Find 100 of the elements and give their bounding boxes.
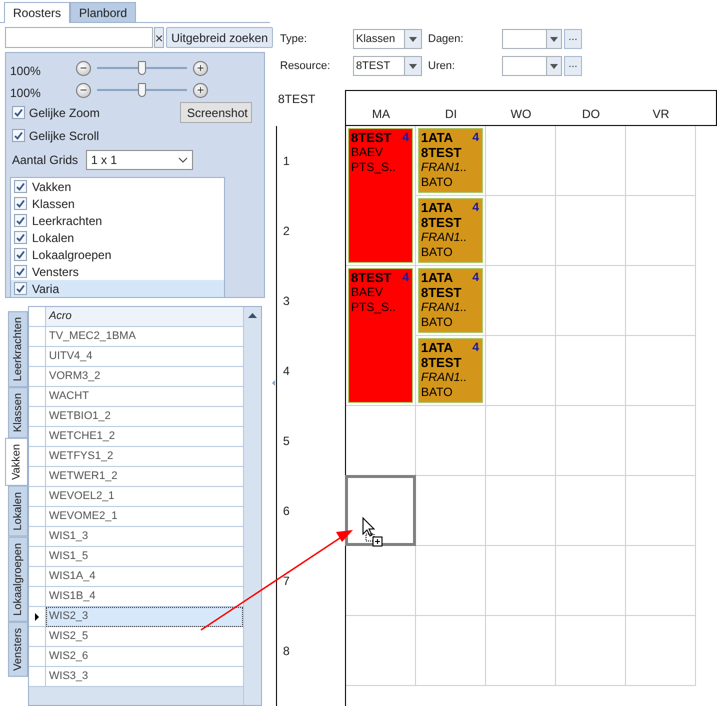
table-cell[interactable]: UITV4_4 — [46, 347, 243, 367]
dropdown-button[interactable] — [405, 56, 422, 76]
schedule-cell[interactable] — [556, 546, 626, 616]
table-cell[interactable]: TV_MEC2_1BMA — [46, 327, 243, 347]
table-cell[interactable]: WIS1_3 — [46, 527, 243, 547]
schedule-cell[interactable] — [486, 196, 556, 266]
schedule-cell[interactable] — [626, 476, 696, 546]
more-button[interactable]: ... — [564, 56, 582, 76]
dropdown-button[interactable] — [547, 29, 562, 49]
table-cell[interactable]: WIS2_5 — [46, 627, 243, 647]
schedule-cell[interactable] — [486, 126, 556, 196]
side-tab[interactable]: Vakken — [5, 438, 28, 486]
zoom-in-button[interactable]: + — [193, 82, 208, 98]
schedule-cell[interactable] — [556, 476, 626, 546]
side-tab[interactable]: Lokaalgroepen — [8, 536, 28, 622]
table-cell[interactable]: WETCHE1_2 — [46, 427, 243, 447]
search-field[interactable] — [5, 27, 153, 48]
filter-select[interactable]: 8TEST — [353, 56, 405, 76]
schedule-cell[interactable] — [626, 336, 696, 406]
screenshot-button[interactable]: Screenshot — [180, 102, 252, 123]
collapse-icon[interactable] — [272, 380, 274, 386]
zoom-out-button[interactable]: − — [76, 60, 91, 76]
table-cell[interactable]: WIS2_3 — [46, 607, 243, 627]
schedule-cell[interactable] — [626, 266, 696, 336]
table-cell[interactable]: WACHT — [46, 387, 243, 407]
lesson-count: 4 — [402, 270, 409, 285]
column-header[interactable]: Acro — [46, 307, 243, 327]
schedule-cell[interactable] — [486, 546, 556, 616]
schedule-cell[interactable] — [556, 406, 626, 476]
lesson-text: 8TEST — [351, 130, 392, 145]
hour-label: 8 — [283, 644, 290, 658]
advanced-search-button[interactable]: Uitgebreid zoeken — [166, 27, 273, 48]
schedule-cell[interactable] — [626, 196, 696, 266]
hour-label: 7 — [283, 574, 290, 588]
schedule-cell[interactable] — [416, 616, 486, 686]
dropdown-button[interactable] — [547, 56, 562, 76]
schedule-cell[interactable] — [486, 406, 556, 476]
side-tab[interactable]: Klassen — [8, 387, 28, 438]
caret-icon — [550, 36, 558, 42]
schedule-cell[interactable] — [486, 266, 556, 336]
slider-thumb[interactable] — [138, 61, 146, 75]
schedule-cell[interactable] — [486, 476, 556, 546]
row-header[interactable] — [29, 607, 46, 627]
schedule-cell[interactable] — [416, 546, 486, 616]
schedule-cell[interactable] — [416, 476, 486, 546]
clear-button[interactable]: × — [154, 27, 164, 48]
schedule-cell[interactable] — [416, 406, 486, 476]
schedule-cell[interactable] — [556, 616, 626, 686]
side-tab[interactable]: Leerkrachten — [8, 311, 28, 388]
table-cell[interactable]: WETFYS1_2 — [46, 447, 243, 467]
schedule-cell[interactable] — [626, 546, 696, 616]
lesson-text: PTS_S.. — [351, 300, 397, 315]
zoom-reading: 100% — [10, 63, 42, 78]
zoom-in-button[interactable]: + — [193, 60, 208, 76]
lesson-text: 8TEST — [351, 270, 392, 285]
schedule-cell[interactable] — [626, 616, 696, 686]
schedule-cell[interactable] — [486, 336, 556, 406]
side-tab[interactable]: Lokalen — [8, 486, 28, 537]
table-cell[interactable]: WETWER1_2 — [46, 467, 243, 487]
side-tab[interactable]: Vensters — [8, 622, 28, 676]
hour-label: 6 — [283, 504, 290, 518]
schedule-cell[interactable] — [486, 616, 556, 686]
layer-item[interactable]: Varia — [11, 280, 224, 297]
table-cell[interactable]: WIS1B_4 — [46, 587, 243, 607]
checkbox[interactable] — [12, 129, 25, 142]
checkbox-label: Gelijke Scroll — [29, 128, 100, 142]
table-cell[interactable]: WIS2_6 — [46, 647, 243, 667]
filter-select[interactable]: Klassen — [353, 29, 405, 49]
drop-target[interactable] — [345, 475, 416, 546]
schedule-cell[interactable] — [556, 196, 626, 266]
table-cell[interactable]: WETBIO1_2 — [46, 407, 243, 427]
more-button[interactable]: ... — [564, 29, 582, 49]
schedule-cell[interactable] — [346, 616, 416, 686]
scroll-up-icon[interactable] — [248, 313, 257, 318]
zoom-reading: 100% — [10, 85, 42, 100]
schedule-cell[interactable] — [346, 546, 416, 616]
table-cell[interactable]: WEVOME2_1 — [46, 507, 243, 527]
table-cell[interactable]: WIS3_3 — [46, 667, 243, 687]
table-cell[interactable]: WIS1A_4 — [46, 567, 243, 587]
hour-label: 2 — [283, 224, 290, 238]
zoom-out-button[interactable]: − — [76, 82, 91, 98]
slider-thumb[interactable] — [138, 83, 146, 97]
table-cell[interactable]: VORM3_2 — [46, 367, 243, 387]
lesson-text: 8TEST — [421, 145, 462, 160]
schedule-cell[interactable] — [626, 126, 696, 196]
lesson-text: 1ATA — [421, 130, 454, 145]
grids-select[interactable]: 1 x 1 — [86, 150, 194, 170]
schedule-cell[interactable] — [556, 126, 626, 196]
dropdown-button[interactable] — [405, 29, 422, 49]
caret-icon — [409, 64, 417, 68]
checkbox[interactable] — [12, 106, 25, 119]
filter-label: Dagen: — [428, 33, 464, 45]
schedule-cell[interactable] — [556, 336, 626, 406]
table-cell[interactable]: WEVOEL2_1 — [46, 487, 243, 507]
tab[interactable]: Planbord — [70, 2, 136, 22]
tab[interactable]: Roosters — [4, 2, 70, 23]
day-label: WO — [510, 107, 532, 121]
table-cell[interactable]: WIS1_5 — [46, 547, 243, 567]
schedule-cell[interactable] — [556, 266, 626, 336]
schedule-cell[interactable] — [626, 406, 696, 476]
